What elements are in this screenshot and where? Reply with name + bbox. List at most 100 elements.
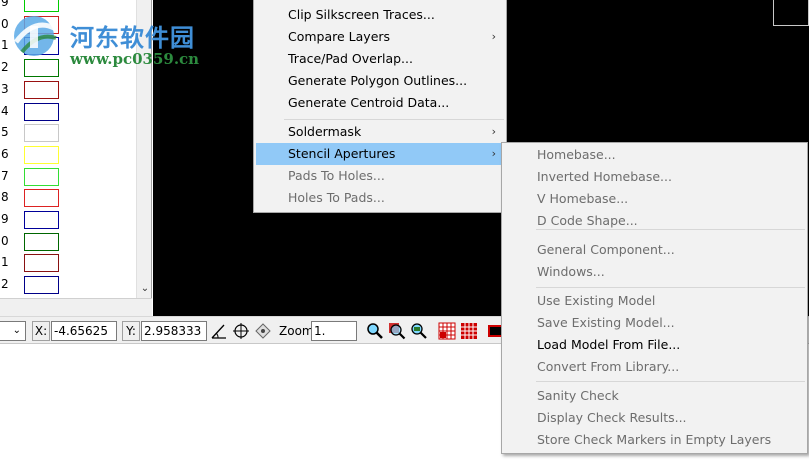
menu-item-label: Use Existing Model: [537, 293, 656, 308]
watermark-logo-icon: [14, 16, 57, 56]
zoom-magnifier-icon[interactable]: [365, 321, 385, 341]
panel-horizontal-scrollbar[interactable]: [0, 298, 152, 316]
menu-item-label: Load Model From File...: [537, 337, 681, 352]
stencil-apertures-submenu: Homebase... Inverted Homebase... V Homebas…: [501, 142, 808, 454]
menu-item-pads-to-holes[interactable]: Pads To Holes...: [256, 165, 504, 187]
chevron-right-icon: ›: [491, 30, 496, 43]
menu-item-label: Store Check Markers in Empty Layers: [537, 432, 772, 447]
layer-color-swatch[interactable]: [24, 124, 59, 143]
layer-color-swatch[interactable]: [24, 211, 59, 229]
menu-separator: [536, 287, 805, 288]
chevron-right-icon: ›: [491, 125, 496, 138]
grid-dense-icon[interactable]: [459, 321, 479, 341]
submenu-item-convert-from-library[interactable]: Convert From Library...: [504, 356, 805, 378]
layer-color-swatch[interactable]: [24, 232, 59, 251]
submenu-item-store-check-markers-in-empty-layers[interactable]: Store Check Markers in Empty Layers: [504, 429, 805, 451]
grid-red-icon[interactable]: [437, 321, 457, 341]
layer-row[interactable]: 2: [0, 274, 136, 296]
zoom-window-icon[interactable]: [387, 321, 407, 341]
submenu-item-windows[interactable]: Windows...: [504, 261, 805, 283]
menu-item-soldermask[interactable]: Soldermask ›: [256, 121, 504, 143]
x-coordinate-field[interactable]: -4.65625: [51, 321, 117, 341]
layer-row[interactable]: 4: [0, 101, 136, 123]
menu-item-label: Generate Centroid Data...: [288, 95, 450, 110]
layer-number: 6: [1, 146, 9, 161]
menu-item-stencil-apertures[interactable]: Stencil Apertures ›: [256, 143, 504, 165]
zoom-fit-icon[interactable]: [409, 321, 429, 341]
menu-item-label: Compare Layers: [288, 29, 391, 44]
menu-item-clip-silkscreen-traces[interactable]: Clip Silkscreen Traces...: [256, 4, 504, 26]
menu-item-compare-layers[interactable]: Compare Layers ›: [256, 26, 504, 48]
menu-item-label: Display Check Results...: [537, 410, 687, 425]
layer-color-swatch[interactable]: [24, 254, 59, 273]
layer-number: 9: [1, 212, 9, 226]
layer-row[interactable]: 1: [0, 252, 136, 274]
layer-row[interactable]: 5: [0, 122, 136, 144]
menu-item-label: Clip Silkscreen Traces...: [288, 7, 435, 22]
menu-item-label: Inverted Homebase...: [537, 169, 672, 184]
layer-row[interactable]: 0: [0, 231, 136, 253]
canvas-outline-box: [773, 0, 809, 26]
menu-item-label: Holes To Pads...: [288, 190, 385, 205]
menu-item-label: Windows...: [537, 264, 605, 279]
chevron-down-icon: ⌄: [12, 325, 21, 336]
layer-row[interactable]: 6: [0, 144, 136, 166]
submenu-item-save-existing-model[interactable]: Save Existing Model...: [504, 312, 805, 334]
menu-item-generate-polygon-outlines[interactable]: Generate Polygon Outlines...: [256, 70, 504, 92]
layer-row[interactable]: 9: [0, 209, 136, 231]
menu-item-label: Sanity Check: [537, 388, 619, 403]
snap-diamond-icon[interactable]: [253, 321, 273, 341]
menu-item-label: Soldermask: [288, 124, 362, 139]
menu-item-label: Homebase...: [537, 147, 616, 162]
layer-number: 7: [1, 168, 9, 183]
layer-number: 4: [1, 103, 9, 118]
chevron-right-icon: ›: [491, 147, 496, 160]
submenu-item-general-component[interactable]: General Component...: [504, 239, 805, 261]
scroll-down-arrow-icon[interactable]: ⌄: [137, 282, 151, 296]
crosshair-icon[interactable]: [231, 321, 251, 341]
layer-row[interactable]: 8: [0, 187, 136, 209]
watermark-url: www.pc0359.cn: [70, 50, 200, 68]
y-coordinate-label: Y:: [122, 321, 140, 341]
menu-separator: [284, 119, 504, 120]
layer-number: 8: [1, 190, 9, 205]
layer-number: 2: [1, 277, 9, 292]
submenu-item-load-model-from-file[interactable]: Load Model From File...: [504, 334, 805, 356]
layer-number: 5: [1, 125, 9, 140]
layer-color-swatch[interactable]: [24, 145, 59, 164]
menu-item-label: Pads To Holes...: [288, 168, 385, 183]
submenu-item-homebase[interactable]: Homebase...: [504, 144, 805, 166]
layer-color-swatch[interactable]: [24, 80, 59, 99]
menu-item-trace-pad-overlap[interactable]: Trace/Pad Overlap...: [256, 48, 504, 70]
layer-dropdown[interactable]: ⌄: [0, 321, 26, 341]
layer-color-swatch[interactable]: [24, 167, 59, 186]
menu-item-label: Stencil Apertures: [288, 146, 396, 161]
layer-number: 1: [1, 255, 9, 270]
submenu-item-sanity-check[interactable]: Sanity Check: [504, 385, 805, 407]
menu-separator: [536, 381, 805, 382]
y-coordinate-field[interactable]: 2.958333: [141, 321, 207, 341]
menu-item-label: V Homebase...: [537, 191, 629, 206]
layer-number: 0: [1, 233, 9, 248]
layer-row[interactable]: 7: [0, 166, 136, 188]
menu-item-generate-centroid-data[interactable]: Generate Centroid Data...: [256, 92, 504, 114]
menu-item-label: Convert From Library...: [537, 359, 680, 374]
zoom-field[interactable]: 1.: [311, 321, 357, 341]
menu-item-label: Trace/Pad Overlap...: [288, 51, 413, 66]
layer-color-swatch[interactable]: [24, 102, 59, 121]
angle-tool-icon[interactable]: [209, 321, 229, 341]
submenu-item-v-homebase[interactable]: V Homebase...: [504, 188, 805, 210]
layer-row[interactable]: 3: [0, 79, 136, 101]
layer-color-swatch[interactable]: [24, 189, 59, 208]
menu-item-label: Generate Polygon Outlines...: [288, 73, 468, 88]
menu-item-label: Save Existing Model...: [537, 315, 675, 330]
layer-color-swatch[interactable]: [24, 276, 59, 295]
submenu-item-use-existing-model[interactable]: Use Existing Model: [504, 290, 805, 312]
menu-item-label: General Component...: [537, 242, 675, 257]
menu-separator: [536, 229, 805, 230]
menu-item-holes-to-pads[interactable]: Holes To Pads...: [256, 187, 504, 209]
watermark-title: 河东软件园: [70, 23, 195, 52]
submenu-item-display-check-results[interactable]: Display Check Results...: [504, 407, 805, 429]
menu-item-label: D Code Shape...: [537, 213, 638, 228]
submenu-item-inverted-homebase[interactable]: Inverted Homebase...: [504, 166, 805, 188]
